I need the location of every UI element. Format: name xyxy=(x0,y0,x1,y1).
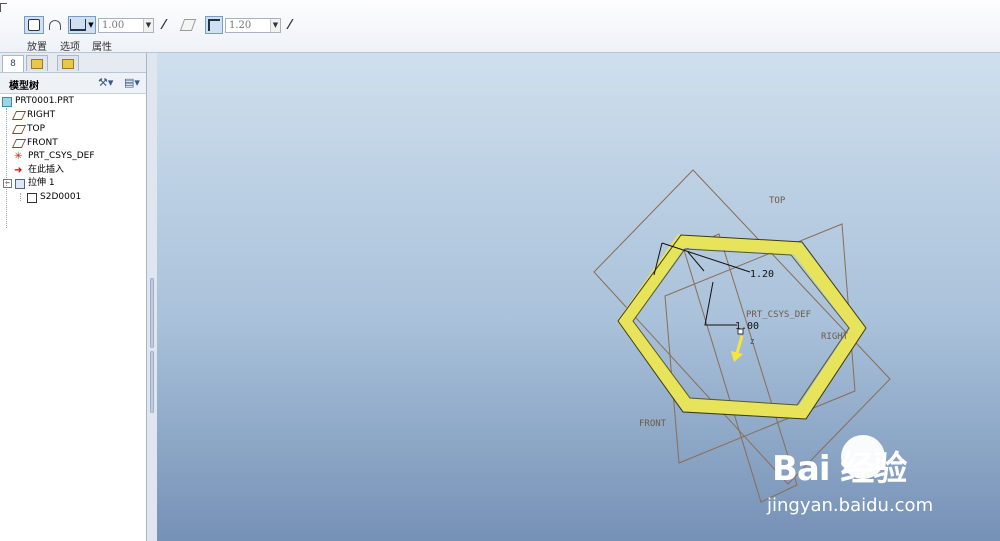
model-tree-icon: 8 xyxy=(10,59,16,69)
thicken-sketch-button[interactable] xyxy=(205,16,223,34)
flip-thickness-button[interactable]: ⁄ xyxy=(283,16,297,34)
datum-plane-icon xyxy=(11,139,27,148)
chevron-down-icon[interactable]: ▼ xyxy=(270,19,280,32)
csys-icon: ✳ xyxy=(14,151,23,162)
navigator-tabs: 8 xyxy=(0,53,146,73)
part-icon xyxy=(2,96,12,107)
remove-material-icon xyxy=(179,19,197,31)
datum-label-right: RIGHT xyxy=(821,332,849,342)
tree-item-top[interactable]: TOP xyxy=(11,123,45,136)
depth-arrow-head xyxy=(731,351,743,362)
chevron-down-icon: ▼ xyxy=(88,21,94,29)
watermark-brand: Bai 经验 xyxy=(772,449,907,489)
tree-item-sketch[interactable]: S2D0001 xyxy=(27,191,81,204)
surface-icon xyxy=(49,20,61,30)
watermark: Bai 经验 jingyan.baidu.com xyxy=(767,433,997,533)
blind-depth-icon xyxy=(70,19,87,31)
dimension-depth[interactable]: 1.00 xyxy=(735,321,759,332)
tab-model-tree[interactable]: 8 xyxy=(2,55,24,72)
expand-handle[interactable] xyxy=(150,351,154,413)
thickness-value-input[interactable]: 1.20 ▼ xyxy=(225,18,281,33)
tree-item-extrude[interactable]: − 拉伸 1 xyxy=(3,177,55,190)
ribbon-corner-icon xyxy=(0,3,7,12)
tab-properties[interactable]: 属性 xyxy=(92,38,112,53)
paw-icon xyxy=(841,435,885,479)
model-tree-title: 模型树 xyxy=(9,81,39,92)
datum-label-top: TOP xyxy=(769,196,786,206)
tab-options[interactable]: 选项 xyxy=(60,38,80,53)
tree-item-root[interactable]: PRT0001.PRT xyxy=(2,95,74,108)
model-tree-header: 模型树 ⚒▾ ▤▾ xyxy=(0,73,146,94)
extrude-icon xyxy=(15,178,25,189)
csys-label: PRT_CSYS_DEF xyxy=(746,310,811,320)
feature-ribbon: ▼ 1.00 ▼ ⁄ 1.20 ▼ ⁄ 放置 选项 属性 xyxy=(0,0,1000,53)
depth-value-input[interactable]: 1.00 ▼ xyxy=(98,18,154,33)
tree-item-insert-here[interactable]: ➜ 在此插入 xyxy=(14,164,64,177)
datum-plane-top xyxy=(664,223,856,464)
thicken-icon xyxy=(208,19,220,31)
solid-icon xyxy=(28,19,40,31)
depth-arrow xyxy=(735,335,744,354)
watermark-url: jingyan.baidu.com xyxy=(767,495,934,516)
depth-option-dropdown[interactable]: ▼ xyxy=(68,16,96,34)
tree-connector xyxy=(20,193,21,201)
flip-direction-icon: ⁄ xyxy=(288,17,292,33)
tab-folder-browser[interactable] xyxy=(26,55,48,71)
chevron-down-icon[interactable]: ▼ xyxy=(143,19,153,32)
collapse-handle[interactable] xyxy=(150,278,154,348)
dim-leader xyxy=(687,251,705,272)
tree-item-right[interactable]: RIGHT xyxy=(11,109,55,122)
solid-extrude-button[interactable] xyxy=(24,16,44,34)
tab-placement[interactable]: 放置 xyxy=(27,38,47,53)
flip-depth-button[interactable]: ⁄ xyxy=(157,16,171,34)
collapse-toggle-icon[interactable]: − xyxy=(3,179,12,188)
panel-splitter[interactable] xyxy=(147,53,157,541)
folder-icon xyxy=(31,58,43,69)
dimension-thickness[interactable]: 1.20 xyxy=(750,269,774,280)
remove-material-button[interactable] xyxy=(179,16,197,34)
tree-item-csys[interactable]: ✳ PRT_CSYS_DEF xyxy=(14,150,95,163)
favorites-icon xyxy=(62,58,74,69)
tree-connector xyxy=(6,108,7,228)
graphics-viewport[interactable]: 1.20 1.00 TOP RIGHT FRONT PRT_CSYS_DEF Z… xyxy=(157,53,1000,541)
tree-item-front[interactable]: FRONT xyxy=(11,137,58,150)
surface-extrude-button[interactable] xyxy=(46,16,64,34)
csys-marker xyxy=(704,281,737,326)
datum-plane-icon xyxy=(11,111,27,120)
navigator-panel: 8 模型树 ⚒▾ ▤▾ PRT0001.PRT RIGHT TOP FRONT … xyxy=(0,53,147,541)
tab-favorites[interactable] xyxy=(57,55,79,71)
axis-label-z: Z xyxy=(750,338,754,346)
datum-label-front: FRONT xyxy=(639,419,667,429)
insert-arrow-icon: ➜ xyxy=(14,165,23,176)
settings-icon[interactable]: ⚒▾ xyxy=(98,76,113,89)
flip-direction-icon: ⁄ xyxy=(162,17,166,33)
show-icon[interactable]: ▤▾ xyxy=(124,76,140,89)
datum-plane-icon xyxy=(11,125,27,134)
sketch-icon xyxy=(27,192,37,203)
